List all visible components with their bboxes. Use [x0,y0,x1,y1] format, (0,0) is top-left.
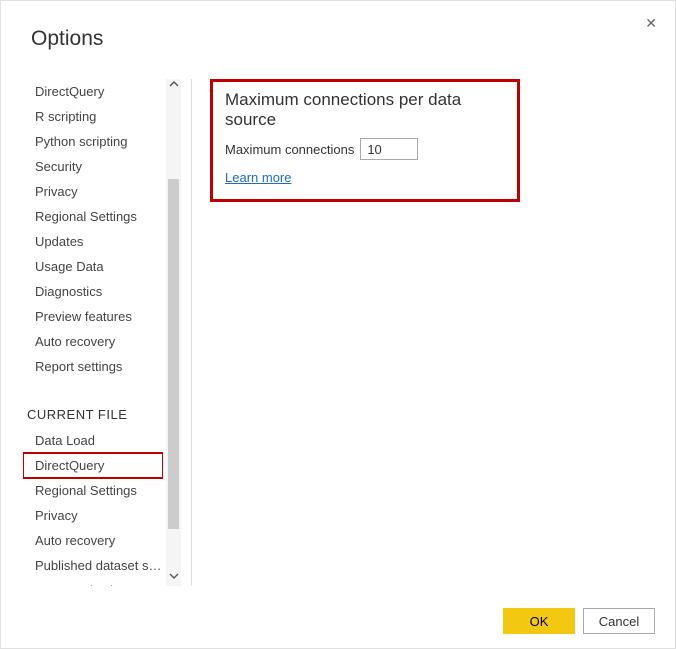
vertical-divider [191,79,192,586]
sidebar-item-directquery-global[interactable]: DirectQuery [23,79,163,104]
sidebar-item-r-scripting[interactable]: R scripting [23,104,163,129]
sidebar-section-header: CURRENT FILE [23,379,163,428]
close-icon: ✕ [645,15,657,31]
sidebar-item-diagnostics[interactable]: Diagnostics [23,279,163,304]
close-button[interactable]: ✕ [641,11,661,36]
sidebar-item-data-load[interactable]: Data Load [23,428,163,453]
sidebar-item-privacy-global[interactable]: Privacy [23,179,163,204]
dialog-title: Options [1,1,675,51]
sidebar-item-auto-recovery-current[interactable]: Auto recovery [23,528,163,553]
sidebar-item-query-reduction[interactable]: Query reduction [23,578,163,586]
sidebar-item-preview-features[interactable]: Preview features [23,304,163,329]
dialog-button-bar: OK Cancel [503,608,655,634]
sidebar-item-report-settings[interactable]: Report settings [23,354,163,379]
sidebar-container: DirectQuery R scripting Python scripting… [23,79,181,586]
max-connections-input[interactable] [360,138,418,160]
panel-heading: Maximum connections per data source [225,90,505,130]
sidebar-item-published-dataset[interactable]: Published dataset set... [23,553,163,578]
ok-button[interactable]: OK [503,608,575,634]
sidebar-item-directquery-current[interactable]: DirectQuery [23,453,163,478]
sidebar-item-regional-settings-global[interactable]: Regional Settings [23,204,163,229]
scroll-down-icon[interactable] [166,571,181,586]
sidebar-item-auto-recovery-global[interactable]: Auto recovery [23,329,163,354]
sidebar: DirectQuery R scripting Python scripting… [23,79,163,586]
sidebar-item-usage-data[interactable]: Usage Data [23,254,163,279]
sidebar-item-regional-settings-current[interactable]: Regional Settings [23,478,163,503]
content-area: Maximum connections per data source Maxi… [210,79,655,586]
directquery-settings-panel: Maximum connections per data source Maxi… [210,79,520,202]
sidebar-scrollbar[interactable] [166,79,181,586]
max-connections-label: Maximum connections [225,142,354,157]
scroll-up-icon[interactable] [166,79,181,94]
main-area: DirectQuery R scripting Python scripting… [23,79,655,586]
sidebar-item-security[interactable]: Security [23,154,163,179]
learn-more-link[interactable]: Learn more [225,170,291,185]
scrollbar-thumb[interactable] [168,179,179,529]
cancel-button[interactable]: Cancel [583,608,655,634]
max-connections-row: Maximum connections [225,138,505,160]
sidebar-item-python-scripting[interactable]: Python scripting [23,129,163,154]
sidebar-item-privacy-current[interactable]: Privacy [23,503,163,528]
sidebar-item-updates[interactable]: Updates [23,229,163,254]
